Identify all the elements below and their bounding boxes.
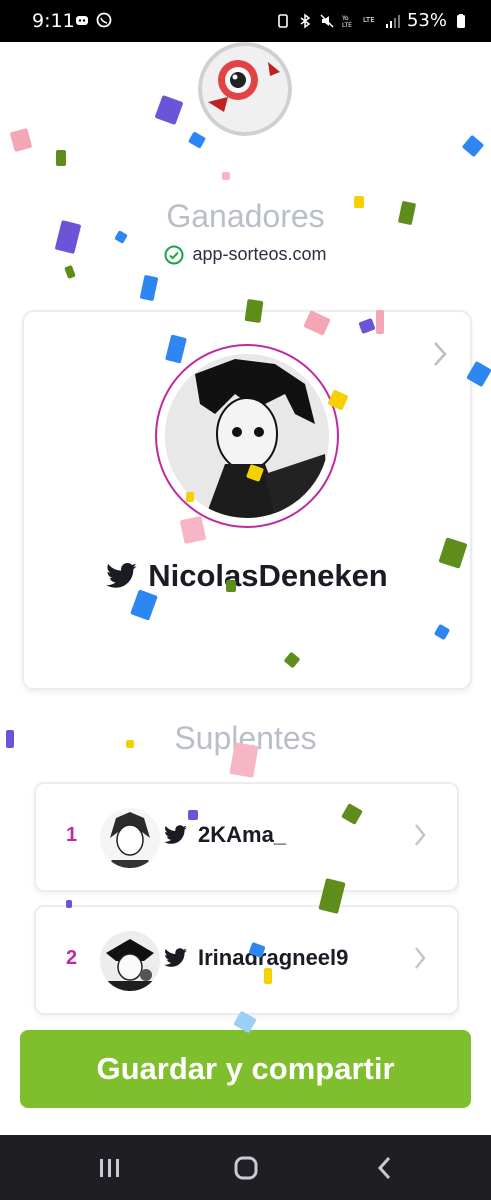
mute-icon xyxy=(320,13,334,28)
twitter-bird-icon xyxy=(164,948,187,967)
save-and-share-button[interactable]: Guardar y compartir xyxy=(20,1030,471,1108)
alternate-avatar-image xyxy=(100,808,160,868)
twitter-bird-icon xyxy=(106,562,137,588)
alternate-rank: 1 xyxy=(66,824,78,846)
chevron-right-icon xyxy=(415,947,426,969)
confetti-piece xyxy=(188,810,198,820)
organizer-avatar xyxy=(198,42,292,136)
discord-icon xyxy=(76,16,88,25)
twitter-bird-icon xyxy=(164,825,187,844)
winner-username: NicolasDeneken xyxy=(148,558,388,593)
android-nav-bar xyxy=(0,1135,491,1200)
battery-percent: 53% xyxy=(406,10,447,31)
winner-username-row: NicolasDeneken xyxy=(24,558,470,594)
chevron-right-icon xyxy=(434,342,447,366)
confetti-piece xyxy=(461,134,485,158)
alternate-card[interactable]: 2 Irinadragneel9 xyxy=(34,905,459,1015)
svg-text:Yo: Yo xyxy=(341,15,349,22)
alternate-username: Irinadragneel9 xyxy=(198,945,349,970)
chevron-right-icon xyxy=(415,824,426,846)
battery-icon xyxy=(457,13,465,28)
alternate-avatar xyxy=(100,808,160,868)
status-right-icons: Yo LTE LTE 53% xyxy=(275,10,469,31)
confetti-piece xyxy=(244,298,264,324)
confetti-piece xyxy=(222,172,230,180)
confetti-piece xyxy=(226,580,236,592)
home-icon[interactable] xyxy=(231,1153,261,1183)
confetti-piece xyxy=(264,968,272,984)
winner-avatar-ring xyxy=(155,344,339,528)
back-icon[interactable] xyxy=(370,1153,400,1183)
confetti-piece xyxy=(56,150,66,166)
confetti-piece xyxy=(64,264,76,280)
eyeball-avatar-image xyxy=(198,42,292,136)
bluetooth-icon xyxy=(300,13,311,28)
battery-saver-icon xyxy=(278,13,288,28)
confetti-piece xyxy=(187,131,207,149)
signal-icon xyxy=(385,14,400,28)
confetti-piece xyxy=(229,742,259,778)
confetti-piece xyxy=(354,196,364,208)
confetti-piece xyxy=(9,128,33,152)
alternate-avatar-image xyxy=(100,931,160,991)
lte-icon: LTE xyxy=(363,16,375,24)
alternate-card[interactable]: 1 2KAma_ xyxy=(34,782,459,892)
alternate-rank: 2 xyxy=(66,947,78,969)
status-left-icons xyxy=(74,12,112,28)
recents-icon[interactable] xyxy=(95,1153,125,1183)
confetti-piece xyxy=(376,310,384,334)
status-bar: 9:11 Yo LTE LTE 53% xyxy=(0,0,491,42)
whatsapp-icon xyxy=(96,12,112,28)
confetti-piece xyxy=(126,740,134,748)
winner-card[interactable]: NicolasDeneken xyxy=(22,310,472,690)
confetti-piece xyxy=(179,515,207,545)
confetti-piece xyxy=(66,900,72,908)
confetti-piece xyxy=(139,274,159,302)
site-link[interactable]: app-sorteos.com xyxy=(192,244,326,265)
confetti-piece xyxy=(154,94,184,126)
svg-text:LTE: LTE xyxy=(363,16,375,24)
svg-text:LTE: LTE xyxy=(342,22,352,29)
alternate-avatar xyxy=(100,931,160,991)
check-circle-icon xyxy=(164,245,184,264)
volte-icon: YoLTE xyxy=(341,15,352,29)
alternate-username-row: 2KAma_ xyxy=(164,822,286,848)
confetti-piece xyxy=(6,730,14,748)
clock: 9:11 xyxy=(32,10,75,32)
confetti-piece xyxy=(186,492,194,502)
alternate-username: 2KAma_ xyxy=(198,822,287,847)
